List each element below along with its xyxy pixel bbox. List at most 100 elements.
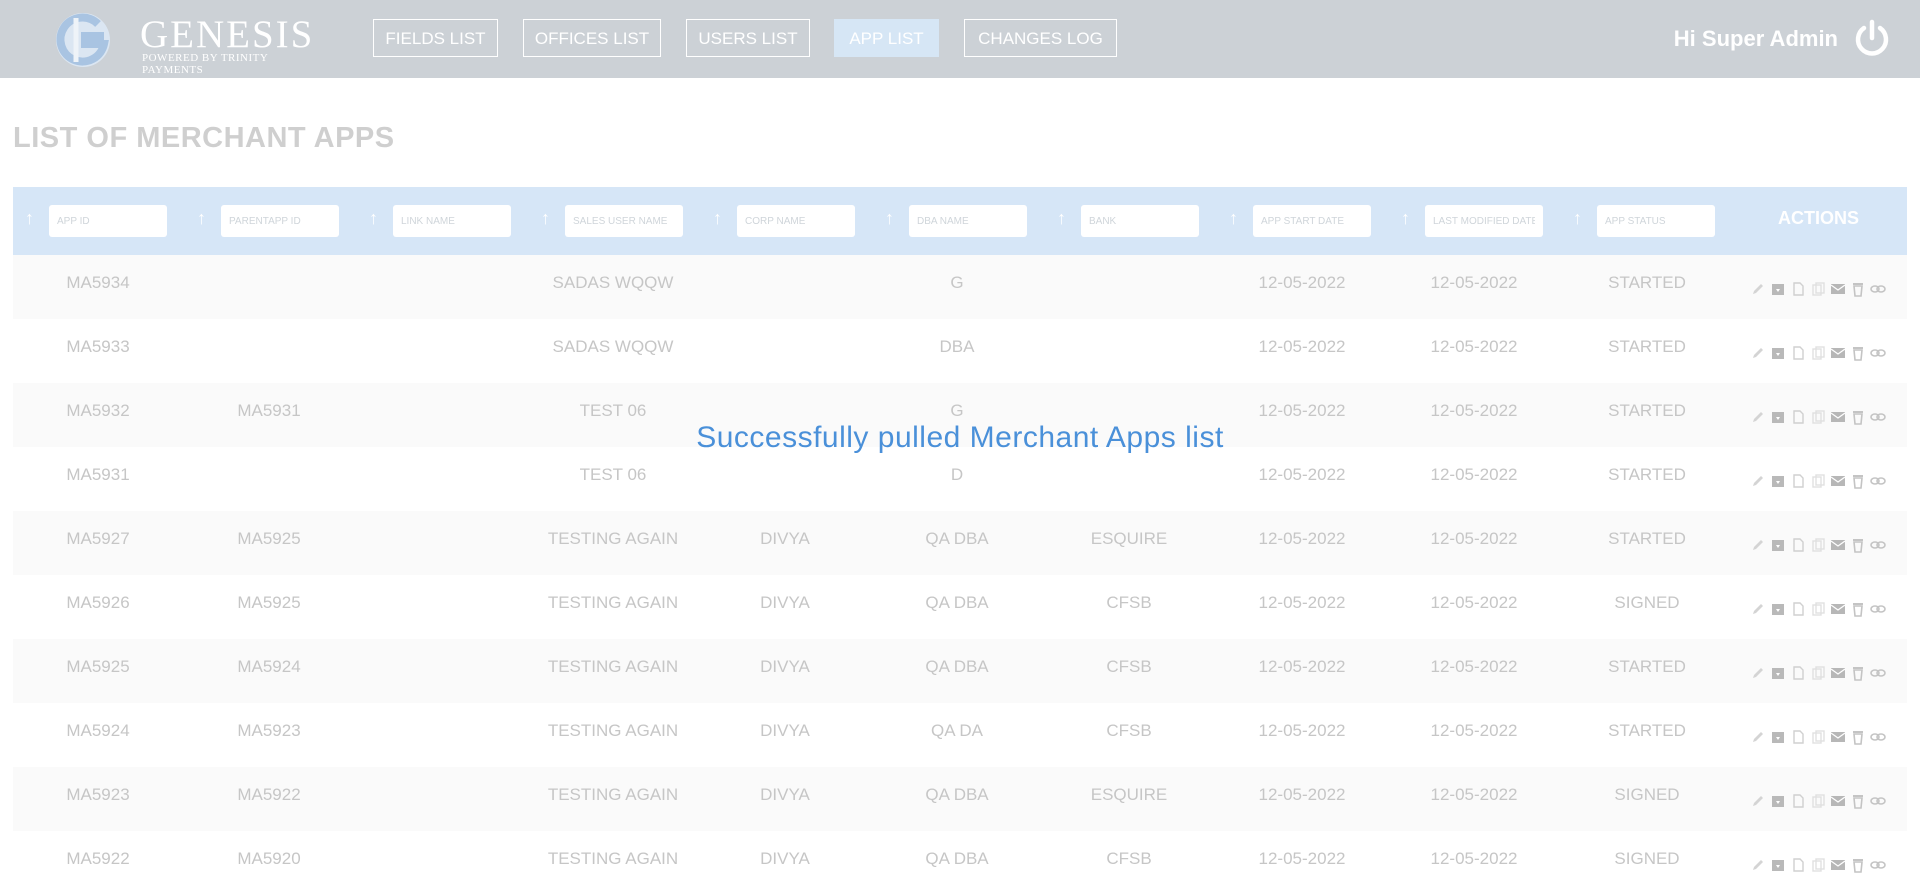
- archive-icon[interactable]: [1770, 345, 1786, 361]
- edit-icon[interactable]: [1750, 665, 1766, 681]
- document-icon[interactable]: [1790, 281, 1806, 297]
- app-status-filter-input[interactable]: [1597, 205, 1715, 237]
- link-name-filter-input[interactable]: [393, 205, 511, 237]
- table-row[interactable]: MA5931 TEST 06 D 12-05-2022 12-05-2022 STARTE…: [13, 447, 1907, 511]
- document-icon[interactable]: [1790, 665, 1806, 681]
- sort-arrow-icon[interactable]: ↑: [541, 207, 557, 229]
- app-id-filter-input[interactable]: [49, 205, 167, 237]
- table-row[interactable]: MA5925 MA5924 TESTING AGAIN DIVYA QA DBA CFSB…: [13, 639, 1907, 703]
- sales-user-name-filter-input[interactable]: [565, 205, 683, 237]
- link-icon[interactable]: [1870, 857, 1886, 873]
- document-icon[interactable]: [1790, 537, 1806, 553]
- copy-icon[interactable]: [1810, 857, 1826, 873]
- mail-icon[interactable]: [1830, 537, 1846, 553]
- nav-changes-log[interactable]: CHANGES LOG: [964, 19, 1117, 57]
- link-icon[interactable]: [1870, 793, 1886, 809]
- archive-icon[interactable]: [1770, 601, 1786, 617]
- link-icon[interactable]: [1870, 665, 1886, 681]
- table-row[interactable]: MA5924 MA5923 TESTING AGAIN DIVYA QA DA CFSB 1…: [13, 703, 1907, 767]
- document-icon[interactable]: [1790, 601, 1806, 617]
- sort-arrow-icon[interactable]: ↑: [1057, 207, 1073, 229]
- mail-icon[interactable]: [1830, 345, 1846, 361]
- nav-users-list[interactable]: USERS LIST: [686, 19, 810, 57]
- copy-icon[interactable]: [1810, 665, 1826, 681]
- archive-icon[interactable]: [1770, 857, 1786, 873]
- app-start-date-filter-input[interactable]: [1253, 205, 1371, 237]
- bank-filter-input[interactable]: [1081, 205, 1199, 237]
- trash-icon[interactable]: [1850, 281, 1866, 297]
- archive-icon[interactable]: [1770, 793, 1786, 809]
- edit-icon[interactable]: [1750, 857, 1766, 873]
- link-icon[interactable]: [1870, 473, 1886, 489]
- nav-app-list[interactable]: APP LIST: [834, 19, 939, 57]
- edit-icon[interactable]: [1750, 729, 1766, 745]
- sort-arrow-icon[interactable]: ↑: [1401, 207, 1417, 229]
- trash-icon[interactable]: [1850, 729, 1866, 745]
- edit-icon[interactable]: [1750, 473, 1766, 489]
- table-row[interactable]: MA5934 SADAS WQQW G 12-05-2022 12-05-2022 STA…: [13, 255, 1907, 319]
- trash-icon[interactable]: [1850, 793, 1866, 809]
- edit-icon[interactable]: [1750, 537, 1766, 553]
- trash-icon[interactable]: [1850, 857, 1866, 873]
- brand-name: GENESIS: [140, 13, 315, 56]
- sort-arrow-icon[interactable]: ↑: [369, 207, 385, 229]
- sort-arrow-icon[interactable]: ↑: [1229, 207, 1245, 229]
- archive-icon[interactable]: [1770, 537, 1786, 553]
- trash-icon[interactable]: [1850, 601, 1866, 617]
- copy-icon[interactable]: [1810, 601, 1826, 617]
- copy-icon[interactable]: [1810, 345, 1826, 361]
- edit-icon[interactable]: [1750, 793, 1766, 809]
- edit-icon[interactable]: [1750, 601, 1766, 617]
- brand-logo[interactable]: GENESIS POWERED BY TRINITY PAYMENTS: [52, 8, 322, 76]
- link-icon[interactable]: [1870, 601, 1886, 617]
- link-icon[interactable]: [1870, 345, 1886, 361]
- link-icon[interactable]: [1870, 537, 1886, 553]
- edit-icon[interactable]: [1750, 345, 1766, 361]
- copy-icon[interactable]: [1810, 473, 1826, 489]
- sort-arrow-icon[interactable]: ↑: [197, 207, 213, 229]
- archive-icon[interactable]: [1770, 729, 1786, 745]
- table-row[interactable]: MA5922 MA5920 TESTING AGAIN DIVYA QA DBA CFSB…: [13, 831, 1907, 895]
- table-row[interactable]: MA5923 MA5922 TESTING AGAIN DIVYA QA DBA ESQU…: [13, 767, 1907, 831]
- sort-arrow-icon[interactable]: ↑: [25, 207, 41, 229]
- link-icon[interactable]: [1870, 281, 1886, 297]
- copy-icon[interactable]: [1810, 537, 1826, 553]
- last-modified-date-filter-input[interactable]: [1425, 205, 1543, 237]
- mail-icon[interactable]: [1830, 281, 1846, 297]
- mail-icon[interactable]: [1830, 601, 1846, 617]
- nav-fields-list[interactable]: FIELDS LIST: [373, 19, 498, 57]
- table-row[interactable]: MA5926 MA5925 TESTING AGAIN DIVYA QA DBA CFSB…: [13, 575, 1907, 639]
- document-icon[interactable]: [1790, 793, 1806, 809]
- trash-icon[interactable]: [1850, 665, 1866, 681]
- mail-icon[interactable]: [1830, 729, 1846, 745]
- table-row[interactable]: MA5927 MA5925 TESTING AGAIN DIVYA QA DBA ESQU…: [13, 511, 1907, 575]
- edit-icon[interactable]: [1750, 281, 1766, 297]
- document-icon[interactable]: [1790, 345, 1806, 361]
- sort-arrow-icon[interactable]: ↑: [1573, 207, 1589, 229]
- mail-icon[interactable]: [1830, 473, 1846, 489]
- document-icon[interactable]: [1790, 857, 1806, 873]
- mail-icon[interactable]: [1830, 665, 1846, 681]
- link-icon[interactable]: [1870, 729, 1886, 745]
- copy-icon[interactable]: [1810, 729, 1826, 745]
- copy-icon[interactable]: [1810, 281, 1826, 297]
- archive-icon[interactable]: [1770, 473, 1786, 489]
- document-icon[interactable]: [1790, 473, 1806, 489]
- dba-name-filter-input[interactable]: [909, 205, 1027, 237]
- mail-icon[interactable]: [1830, 857, 1846, 873]
- nav-offices-list[interactable]: OFFICES LIST: [523, 19, 661, 57]
- trash-icon[interactable]: [1850, 537, 1866, 553]
- document-icon[interactable]: [1790, 729, 1806, 745]
- sort-arrow-icon[interactable]: ↑: [713, 207, 729, 229]
- parent-app-id-filter-input[interactable]: [221, 205, 339, 237]
- corp-name-filter-input[interactable]: [737, 205, 855, 237]
- archive-icon[interactable]: [1770, 281, 1786, 297]
- trash-icon[interactable]: [1850, 345, 1866, 361]
- copy-icon[interactable]: [1810, 793, 1826, 809]
- trash-icon[interactable]: [1850, 473, 1866, 489]
- table-row[interactable]: MA5933 SADAS WQQW DBA 12-05-2022 12-05-2022 S…: [13, 319, 1907, 383]
- mail-icon[interactable]: [1830, 793, 1846, 809]
- power-icon[interactable]: [1852, 18, 1892, 58]
- archive-icon[interactable]: [1770, 665, 1786, 681]
- sort-arrow-icon[interactable]: ↑: [885, 207, 901, 229]
